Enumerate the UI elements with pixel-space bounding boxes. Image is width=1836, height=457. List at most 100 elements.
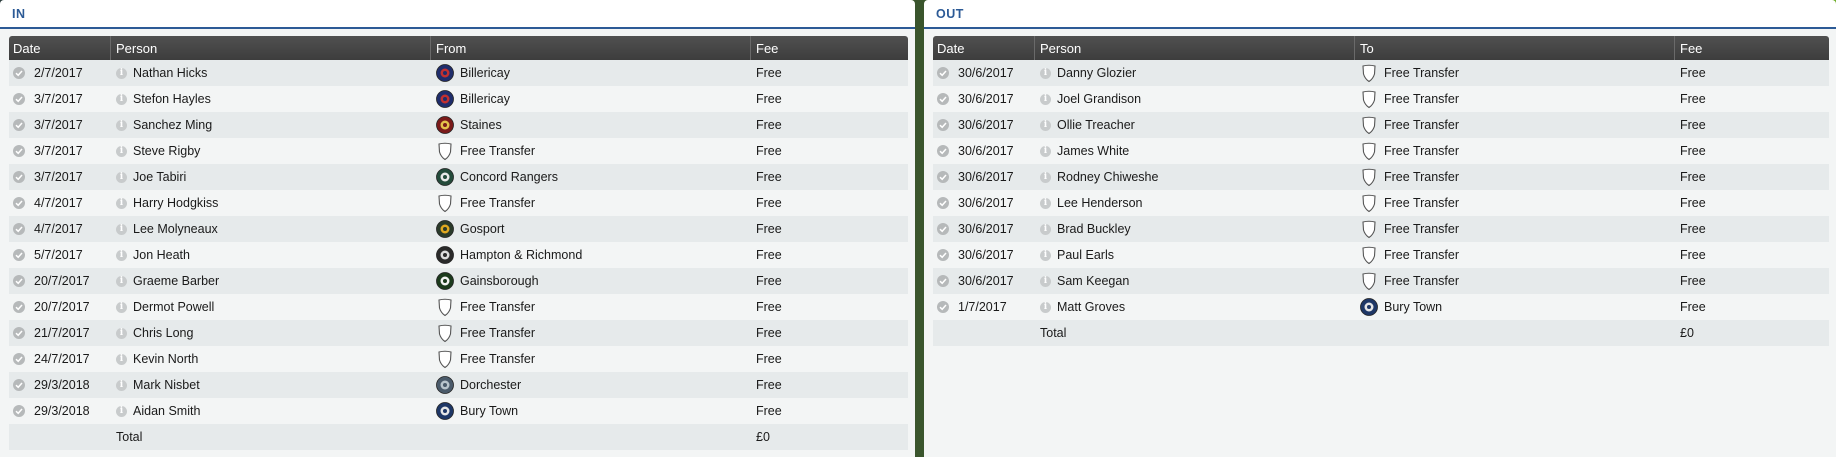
info-icon[interactable]: i <box>1040 197 1051 209</box>
table-row[interactable]: 30/6/2017 i Brad Buckley Free Transfer Free <box>933 216 1829 242</box>
person-name-link[interactable]: Matt Groves <box>1057 300 1125 314</box>
person-name-link[interactable]: Ollie Treacher <box>1057 118 1135 132</box>
person-name-link[interactable]: Chris Long <box>133 326 193 340</box>
table-row[interactable]: 1/7/2017 i Matt Groves Bury Town Free <box>933 294 1829 320</box>
info-icon[interactable]: i <box>116 171 127 183</box>
column-header-date[interactable]: Date <box>9 36 111 60</box>
info-icon[interactable]: i <box>1040 67 1051 79</box>
club-name-link[interactable]: Staines <box>460 118 502 132</box>
club-name-link[interactable]: Free Transfer <box>1384 274 1459 288</box>
info-icon[interactable]: i <box>116 301 127 313</box>
club-name-link[interactable]: Free Transfer <box>460 300 535 314</box>
table-row[interactable]: 29/3/2018 i Mark Nisbet Dorchester Free <box>9 372 908 398</box>
club-name-link[interactable]: Free Transfer <box>1384 66 1459 80</box>
column-header-from[interactable]: From <box>431 36 751 60</box>
person-name-link[interactable]: Joe Tabiri <box>133 170 186 184</box>
table-row[interactable]: 2/7/2017 i Nathan Hicks Billericay Free <box>9 60 908 86</box>
table-row[interactable]: 3/7/2017 i Stefon Hayles Billericay Free <box>9 86 908 112</box>
club-name-link[interactable]: Billericay <box>460 66 510 80</box>
info-icon[interactable]: i <box>116 197 127 209</box>
club-name-link[interactable]: Free Transfer <box>460 352 535 366</box>
person-name-link[interactable]: Kevin North <box>133 352 198 366</box>
person-name-link[interactable]: Paul Earls <box>1057 248 1114 262</box>
column-header-person[interactable]: Person <box>111 36 431 60</box>
person-name-link[interactable]: Rodney Chiweshe <box>1057 170 1158 184</box>
info-icon[interactable]: i <box>116 93 127 105</box>
club-name-link[interactable]: Hampton & Richmond <box>460 248 582 262</box>
table-row[interactable]: 30/6/2017 i Joel Grandison Free Transfer Fre… <box>933 86 1829 112</box>
person-name-link[interactable]: Nathan Hicks <box>133 66 207 80</box>
club-name-link[interactable]: Free Transfer <box>460 326 535 340</box>
table-row[interactable]: 20/7/2017 i Graeme Barber Gainsborough Free <box>9 268 908 294</box>
info-icon[interactable]: i <box>1040 275 1051 287</box>
club-name-link[interactable]: Free Transfer <box>1384 118 1459 132</box>
column-header-date[interactable]: Date <box>933 36 1035 60</box>
table-row[interactable]: 3/7/2017 i Sanchez Ming Staines Free <box>9 112 908 138</box>
club-name-link[interactable]: Gosport <box>460 222 504 236</box>
info-icon[interactable]: i <box>116 119 127 131</box>
club-name-link[interactable]: Bury Town <box>460 404 518 418</box>
info-icon[interactable]: i <box>1040 301 1051 313</box>
club-name-link[interactable]: Free Transfer <box>1384 248 1459 262</box>
club-name-link[interactable]: Free Transfer <box>460 196 535 210</box>
table-row[interactable]: 30/6/2017 i Sam Keegan Free Transfer Free <box>933 268 1829 294</box>
club-name-link[interactable]: Gainsborough <box>460 274 539 288</box>
info-icon[interactable]: i <box>1040 145 1051 157</box>
info-icon[interactable]: i <box>1040 119 1051 131</box>
info-icon[interactable]: i <box>116 327 127 339</box>
person-name-link[interactable]: Sam Keegan <box>1057 274 1129 288</box>
club-name-link[interactable]: Free Transfer <box>460 144 535 158</box>
info-icon[interactable]: i <box>116 353 127 365</box>
person-name-link[interactable]: Joel Grandison <box>1057 92 1141 106</box>
person-name-link[interactable]: Harry Hodgkiss <box>133 196 218 210</box>
person-name-link[interactable]: Steve Rigby <box>133 144 200 158</box>
club-name-link[interactable]: Dorchester <box>460 378 521 392</box>
info-icon[interactable]: i <box>1040 93 1051 105</box>
info-icon[interactable]: i <box>116 275 127 287</box>
club-name-link[interactable]: Bury Town <box>1384 300 1442 314</box>
info-icon[interactable]: i <box>1040 249 1051 261</box>
table-row[interactable]: 30/6/2017 i James White Free Transfer Free <box>933 138 1829 164</box>
club-name-link[interactable]: Free Transfer <box>1384 222 1459 236</box>
table-row[interactable]: 24/7/2017 i Kevin North Free Transfer Free <box>9 346 908 372</box>
table-row[interactable]: 30/6/2017 i Ollie Treacher Free Transfer Fre… <box>933 112 1829 138</box>
person-name-link[interactable]: Lee Henderson <box>1057 196 1142 210</box>
column-header-fee[interactable]: Fee <box>1675 36 1829 60</box>
table-row[interactable]: 30/6/2017 i Danny Glozier Free Transfer Free <box>933 60 1829 86</box>
table-row[interactable]: 20/7/2017 i Dermot Powell Free Transfer Free <box>9 294 908 320</box>
table-row[interactable]: 3/7/2017 i Steve Rigby Free Transfer Free <box>9 138 908 164</box>
table-row[interactable]: 4/7/2017 i Lee Molyneaux Gosport Free <box>9 216 908 242</box>
club-name-link[interactable]: Free Transfer <box>1384 196 1459 210</box>
person-name-link[interactable]: Jon Heath <box>133 248 190 262</box>
info-icon[interactable]: i <box>116 249 127 261</box>
info-icon[interactable]: i <box>1040 171 1051 183</box>
person-name-link[interactable]: Danny Glozier <box>1057 66 1136 80</box>
club-name-link[interactable]: Free Transfer <box>1384 92 1459 106</box>
person-name-link[interactable]: Sanchez Ming <box>133 118 212 132</box>
info-icon[interactable]: i <box>116 379 127 391</box>
info-icon[interactable]: i <box>1040 223 1051 235</box>
club-name-link[interactable]: Billericay <box>460 92 510 106</box>
person-name-link[interactable]: James White <box>1057 144 1129 158</box>
person-name-link[interactable]: Graeme Barber <box>133 274 219 288</box>
club-name-link[interactable]: Concord Rangers <box>460 170 558 184</box>
table-row[interactable]: 5/7/2017 i Jon Heath Hampton & Richmond Free <box>9 242 908 268</box>
column-header-fee[interactable]: Fee <box>751 36 908 60</box>
club-name-link[interactable]: Free Transfer <box>1384 170 1459 184</box>
column-header-to[interactable]: To <box>1355 36 1675 60</box>
person-name-link[interactable]: Aidan Smith <box>133 404 200 418</box>
table-row[interactable]: 21/7/2017 i Chris Long Free Transfer Free <box>9 320 908 346</box>
person-name-link[interactable]: Mark Nisbet <box>133 378 200 392</box>
table-row[interactable]: 3/7/2017 i Joe Tabiri Concord Rangers Free <box>9 164 908 190</box>
table-row[interactable]: 30/6/2017 i Paul Earls Free Transfer Free <box>933 242 1829 268</box>
table-row[interactable]: 30/6/2017 i Lee Henderson Free Transfer Free <box>933 190 1829 216</box>
info-icon[interactable]: i <box>116 405 127 417</box>
person-name-link[interactable]: Stefon Hayles <box>133 92 211 106</box>
table-row[interactable]: 4/7/2017 i Harry Hodgkiss Free Transfer Free <box>9 190 908 216</box>
table-row[interactable]: 30/6/2017 i Rodney Chiweshe Free Transfer Fr… <box>933 164 1829 190</box>
info-icon[interactable]: i <box>116 67 127 79</box>
column-header-person[interactable]: Person <box>1035 36 1355 60</box>
info-icon[interactable]: i <box>116 223 127 235</box>
person-name-link[interactable]: Dermot Powell <box>133 300 214 314</box>
info-icon[interactable]: i <box>116 145 127 157</box>
